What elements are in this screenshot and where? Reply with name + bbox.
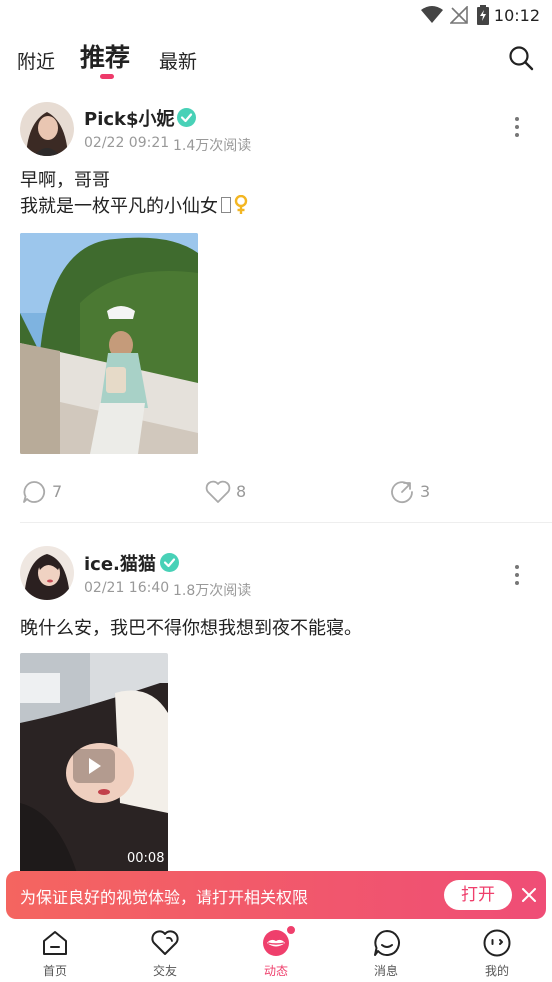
play-icon (89, 758, 101, 774)
missing-glyph-icon (221, 197, 231, 213)
home-icon (43, 931, 67, 955)
username[interactable]: Pick$小妮 (84, 105, 175, 131)
comment-icon[interactable] (22, 480, 46, 504)
status-time: 10:12 (493, 6, 540, 25)
verified-icon (160, 553, 179, 572)
like-count: 8 (236, 482, 247, 501)
tab-recommended[interactable]: 推荐 (80, 38, 130, 74)
battery-icon (477, 5, 489, 25)
open-permission-button[interactable]: 打开 (444, 880, 512, 910)
more-options-icon[interactable] (515, 561, 519, 589)
like-heart-icon[interactable] (205, 480, 231, 504)
read-count: 1.8万次阅读 (173, 583, 252, 599)
share-icon[interactable] (389, 479, 415, 505)
post-card: Pick$小妮 02/22 09:21 1.4万次阅读 早啊，哥哥 我就是一枚平… (0, 92, 552, 522)
active-tab-indicator (100, 74, 114, 79)
play-button[interactable] (73, 749, 115, 783)
avatar[interactable] (20, 546, 74, 600)
tab-nearby[interactable]: 附近 (17, 47, 55, 74)
tab-latest[interactable]: 最新 (159, 47, 197, 74)
post-text-line-2: 我就是一枚平凡的小仙女 (20, 194, 248, 220)
nav-label-moments: 动态 (263, 964, 288, 978)
post-text-line: 早啊，哥哥 (20, 170, 110, 191)
post-divider (20, 522, 552, 523)
search-icon[interactable] (508, 45, 534, 71)
permission-banner: 为保证良好的视觉体验，请打开相关权限 打开 (6, 871, 546, 919)
post-photo[interactable] (20, 233, 198, 454)
profile-face-icon (483, 929, 511, 957)
post-card: ice.猫猫 02/21 16:40 1.8万次阅读 晚什么安，我巴不得你想我想… (0, 538, 552, 871)
close-icon[interactable] (521, 887, 537, 903)
read-count: 1.4万次阅读 (173, 138, 252, 154)
status-bar: 10:12 (0, 0, 552, 32)
video-duration: 00:08 (127, 851, 165, 866)
nav-item-messages[interactable]: 消息 (331, 920, 441, 982)
female-symbol-icon (234, 194, 248, 214)
nav-item-moments[interactable]: 动态 (221, 920, 331, 982)
nav-item-home[interactable]: 首页 (0, 920, 110, 982)
nav-label-messages: 消息 (373, 964, 398, 978)
comment-count: 7 (52, 482, 63, 501)
post-datetime: 02/21 16:40 (84, 580, 170, 596)
nav-item-profile[interactable]: 我的 (442, 920, 552, 982)
verified-icon (177, 108, 196, 127)
post-video-thumbnail[interactable]: 00:08 (20, 653, 168, 871)
post-datetime: 02/22 09:21 (84, 135, 170, 151)
share-count: 3 (420, 482, 431, 501)
nav-label-profile: 我的 (484, 964, 509, 978)
post-text-line: 晚什么安，我巴不得你想我想到夜不能寝。 (20, 618, 362, 639)
nav-label-home: 首页 (42, 964, 67, 978)
heart-icon (151, 930, 179, 955)
message-icon (374, 930, 400, 956)
banner-text: 为保证良好的视觉体验，请打开相关权限 (20, 888, 309, 907)
no-signal-icon (450, 6, 468, 24)
bottom-nav: 首页 交友 动态 消息 我的 (0, 920, 552, 982)
nav-label-social: 交友 (152, 964, 177, 978)
username[interactable]: ice.猫猫 (84, 550, 156, 576)
nav-item-social[interactable]: 交友 (110, 920, 220, 982)
notification-dot (286, 925, 296, 935)
wifi-icon (421, 6, 443, 23)
avatar[interactable] (20, 102, 74, 156)
top-tab-bar: 附近 推荐 最新 (0, 32, 552, 88)
more-options-icon[interactable] (515, 113, 519, 141)
post-text-line-2-text: 我就是一枚平凡的小仙女 (20, 196, 218, 217)
